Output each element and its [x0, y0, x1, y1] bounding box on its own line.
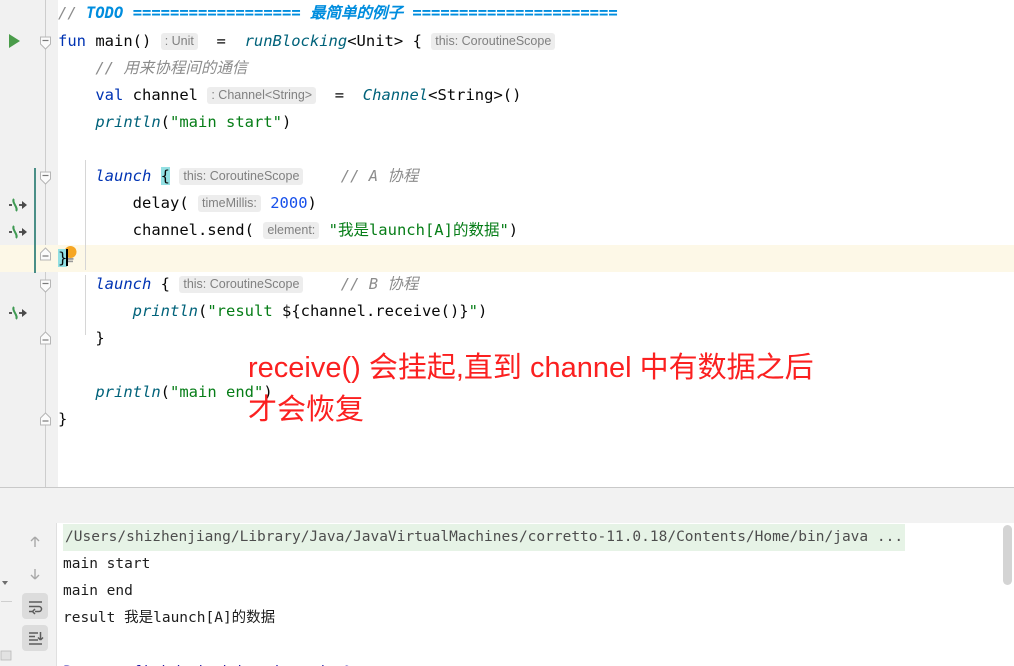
fold-marker-end-icon[interactable] — [39, 331, 52, 346]
string-template-expr: ${channel.receive()} — [281, 302, 469, 320]
comment-a-coroutine: // A 协程 — [340, 167, 419, 185]
rail-icons — [0, 581, 12, 661]
scroll-down-button[interactable] — [22, 561, 48, 587]
fold-marker-end-icon[interactable] — [39, 247, 52, 262]
paren-open: ( — [197, 302, 208, 320]
string-send-payload: "我是launch[A]的数据" — [328, 221, 509, 239]
code-line-launch-a: launch { this: CoroutineScope // A 协程 — [58, 163, 418, 190]
block-scope-indicator — [34, 168, 36, 273]
console-output[interactable]: /Users/shizhenjiang/Library/Java/JavaVir… — [57, 523, 1014, 666]
console-output-line: main end — [63, 583, 133, 599]
paren-open: ( — [160, 383, 170, 401]
fn-println: println — [132, 302, 198, 320]
suspend-point-icon[interactable] — [7, 304, 29, 322]
todo-eq-right: ====================== — [412, 4, 618, 22]
console-toolbar[interactable] — [14, 523, 57, 666]
fn-name-main: main() — [95, 32, 152, 50]
fold-marker-expanded-icon[interactable] — [39, 279, 52, 294]
code-line-launch-b: launch { this: CoroutineScope // B 协程 — [58, 271, 418, 298]
paren-close: ) — [307, 194, 317, 212]
inlay-hint-this-scope[interactable]: this: CoroutineScope — [179, 168, 304, 185]
fn-runblocking: runBlocking — [244, 32, 348, 50]
inlay-hint-this-scope[interactable]: this: CoroutineScope — [179, 276, 304, 293]
inlay-hint-unit[interactable]: : Unit — [160, 33, 198, 50]
ide-window: // TODO ================== 最简单的例子 ======… — [0, 0, 1014, 666]
todo-keyword: TODO — [86, 4, 124, 22]
code-content[interactable]: // TODO ================== 最简单的例子 ======… — [58, 0, 1014, 487]
open-brace: { — [160, 275, 171, 293]
console-output-line: result 我是launch[A]的数据 — [63, 610, 276, 626]
todo-title: 最简单的例子 — [310, 4, 404, 22]
paren-close: ) — [508, 221, 519, 239]
inlay-hint-timemillis[interactable]: timeMillis: — [198, 195, 261, 212]
code-line-println-start: println("main start") — [58, 109, 291, 136]
equals-sign: = — [334, 86, 345, 104]
number-2000: 2000 — [270, 194, 308, 212]
inlay-hint-channel-type[interactable]: : Channel<String> — [207, 87, 317, 104]
editor-gutter[interactable] — [0, 0, 33, 487]
inlay-hint-element[interactable]: element: — [263, 222, 320, 239]
open-brace: { — [160, 167, 171, 185]
fn-channel-send: channel.send( — [132, 221, 254, 239]
code-line-val-channel: val channel : Channel<String> = Channel<… — [58, 82, 521, 109]
code-editor[interactable]: // TODO ================== 最简单的例子 ======… — [0, 0, 1014, 487]
paren-open: ( — [160, 113, 170, 131]
close-brace: } — [95, 329, 105, 347]
code-line-fun-main: fun main() : Unit = runBlocking<Unit> { … — [58, 28, 556, 55]
string-quote-end: " — [468, 302, 478, 320]
console-trailing-line: Process finished with exit code 0 — [63, 659, 351, 666]
scroll-to-end-button[interactable] — [22, 625, 48, 651]
keyword-fun: fun — [58, 32, 86, 50]
paren-close: ) — [281, 113, 292, 131]
run-tool-window[interactable]: n: ChannelTestKt × — [0, 487, 1014, 666]
scroll-up-button[interactable] — [22, 529, 48, 555]
comment-slashes: // — [58, 4, 77, 22]
code-line-todo: // TODO ================== 最简单的例子 ======… — [58, 0, 618, 27]
console-scrollbar[interactable] — [1003, 525, 1012, 585]
equals-sign: = — [216, 32, 226, 50]
code-line-println-result: println("result ${channel.receive()}") — [58, 298, 488, 325]
string-result-prefix: "result — [207, 302, 282, 320]
fold-marker-expanded-icon[interactable] — [39, 36, 52, 51]
annotation-line-1: receive() 会挂起,直到 channel 中有数据之后 — [248, 352, 814, 384]
annotation-line-2: 才会恢复 — [248, 394, 365, 426]
keyword-val: val — [95, 86, 124, 104]
suspend-point-icon[interactable] — [7, 196, 29, 214]
open-brace: { — [412, 32, 422, 50]
fold-marker-expanded-icon[interactable] — [39, 171, 52, 186]
tool-window-left-rail[interactable] — [0, 523, 15, 666]
type-channel: Channel — [362, 86, 429, 104]
code-line-close-a: } — [58, 245, 69, 272]
soft-wrap-button[interactable] — [22, 593, 48, 619]
code-line-println-end: println("main end") — [58, 379, 272, 406]
code-line-comment-cn: // 用来协程间的通信 — [58, 55, 247, 82]
comment-b-coroutine: // B 协程 — [340, 275, 419, 293]
console-panel[interactable]: /Users/shizhenjiang/Library/Java/JavaVir… — [0, 523, 1014, 666]
string-main-start: "main start" — [170, 113, 282, 131]
run-gutter-icon[interactable] — [9, 34, 20, 48]
fold-marker-end-icon[interactable] — [39, 412, 52, 427]
fn-println: println — [95, 383, 161, 401]
code-line-delay: delay( timeMillis: 2000) — [58, 190, 317, 217]
code-line-close-main: } — [58, 406, 67, 433]
suspend-point-icon[interactable] — [7, 223, 29, 241]
keyword-launch: launch — [95, 275, 152, 293]
comment-chinese: // 用来协程间的通信 — [95, 59, 248, 77]
text-caret — [66, 249, 69, 266]
console-output-line: main start — [63, 556, 151, 572]
console-command-text: /Users/shizhenjiang/Library/Java/JavaVir… — [63, 524, 906, 551]
code-line-channel-send: channel.send( element: "我是launch[A]的数据") — [58, 217, 518, 244]
close-brace: } — [58, 410, 68, 428]
fn-delay: delay( — [132, 194, 189, 212]
console-command-line: /Users/shizhenjiang/Library/Java/JavaVir… — [63, 524, 906, 551]
inlay-hint-this-scope[interactable]: this: CoroutineScope — [431, 33, 556, 50]
generic-unit: <Unit> — [347, 32, 404, 50]
todo-eq-left: ================== — [132, 4, 301, 22]
var-channel: channel — [132, 86, 198, 104]
keyword-launch: launch — [95, 167, 152, 185]
paren-close: ) — [477, 302, 488, 320]
code-line-close-b: } — [58, 325, 105, 352]
fn-println: println — [95, 113, 161, 131]
generic-string: <String>() — [428, 86, 522, 104]
